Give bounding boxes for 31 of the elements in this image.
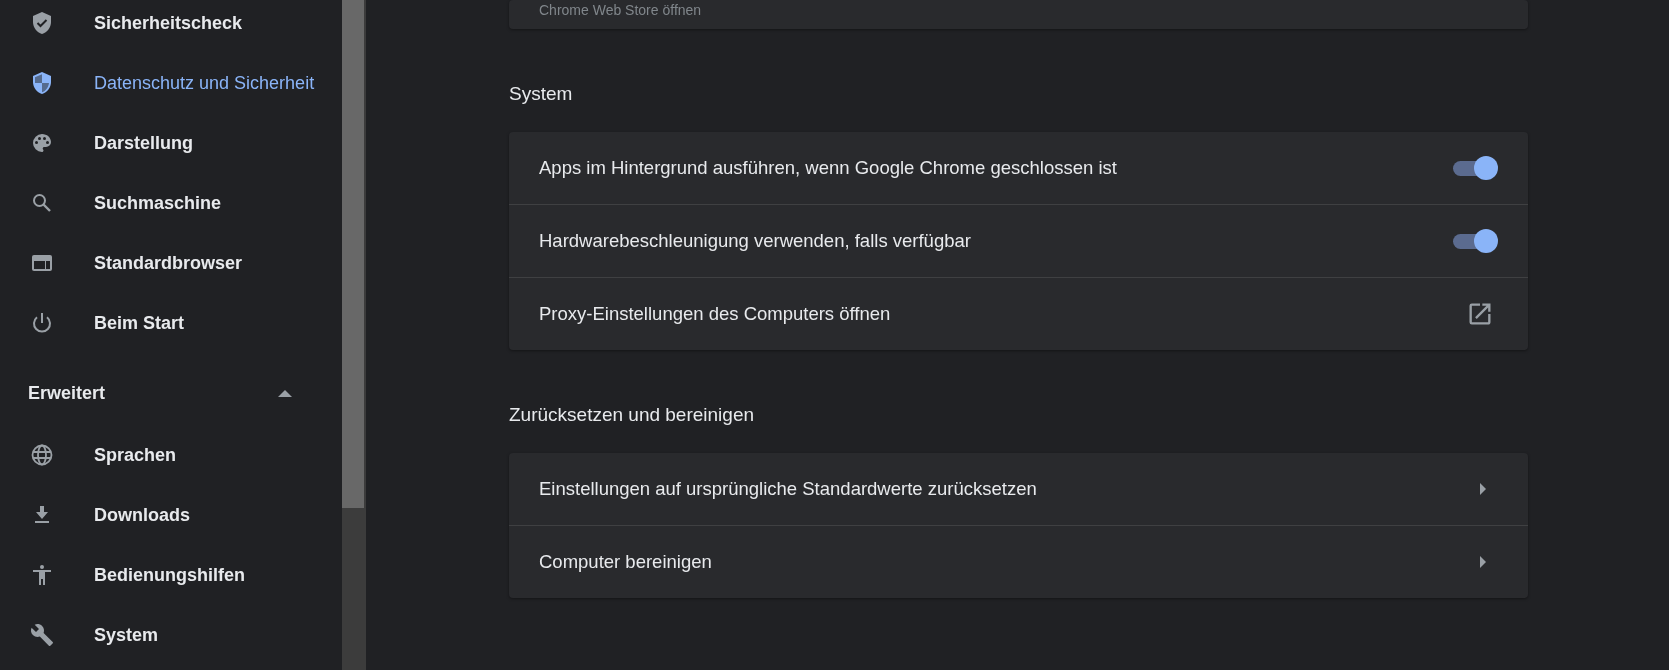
setting-label: Proxy-Einstellungen des Computers öffnen — [539, 303, 891, 325]
collapse-caret-icon — [278, 389, 292, 397]
sidebar-item[interactable]: Standardbrowser — [0, 233, 342, 293]
sidebar-item[interactable]: Darstellung — [0, 113, 342, 173]
advanced-section-toggle[interactable]: Erweitert — [0, 361, 342, 425]
sidebar-item[interactable]: Datenschutz und Sicherheit — [0, 53, 342, 113]
palette-icon — [30, 131, 54, 155]
row-label[interactable]: Chrome Web Store öffnen — [539, 2, 702, 18]
shield-icon — [30, 71, 54, 95]
sidebar-item[interactable]: System — [0, 605, 342, 665]
setting-label: Hardwarebeschleunigung verwenden, falls verfügbar — [539, 230, 971, 252]
sidebar-item[interactable]: Downloads — [0, 485, 342, 545]
sidebar-item[interactable]: Sicherheitscheck — [0, 0, 342, 53]
setting-label: Apps im Hintergrund ausführen, wenn Google Chrome geschlossen ist — [539, 157, 1117, 179]
setting-label: Computer bereinigen — [539, 551, 712, 573]
wrench-icon — [30, 623, 54, 647]
chevron-right-icon[interactable] — [1480, 483, 1486, 495]
sidebar-item[interactable]: Suchmaschine — [0, 173, 342, 233]
section-heading: Zurücksetzen und bereinigen — [509, 403, 756, 427]
scrollbar[interactable] — [342, 0, 366, 670]
sidebar-item[interactable]: Bedienungshilfen — [0, 545, 342, 605]
scrollbar-thumb[interactable] — [342, 0, 364, 508]
person-icon — [30, 563, 54, 587]
sidebar-item[interactable]: Sprachen — [0, 425, 342, 485]
globe-icon — [30, 443, 54, 467]
section-heading: System — [509, 82, 574, 106]
setting-label: Einstellungen auf ursprüngliche Standardwerte zurücksetzen — [539, 478, 1037, 500]
sidebar-item[interactable]: Beim Start — [0, 293, 342, 353]
power-icon — [30, 311, 54, 335]
chevron-right-icon[interactable] — [1480, 556, 1486, 568]
shield-check-icon — [30, 11, 54, 35]
